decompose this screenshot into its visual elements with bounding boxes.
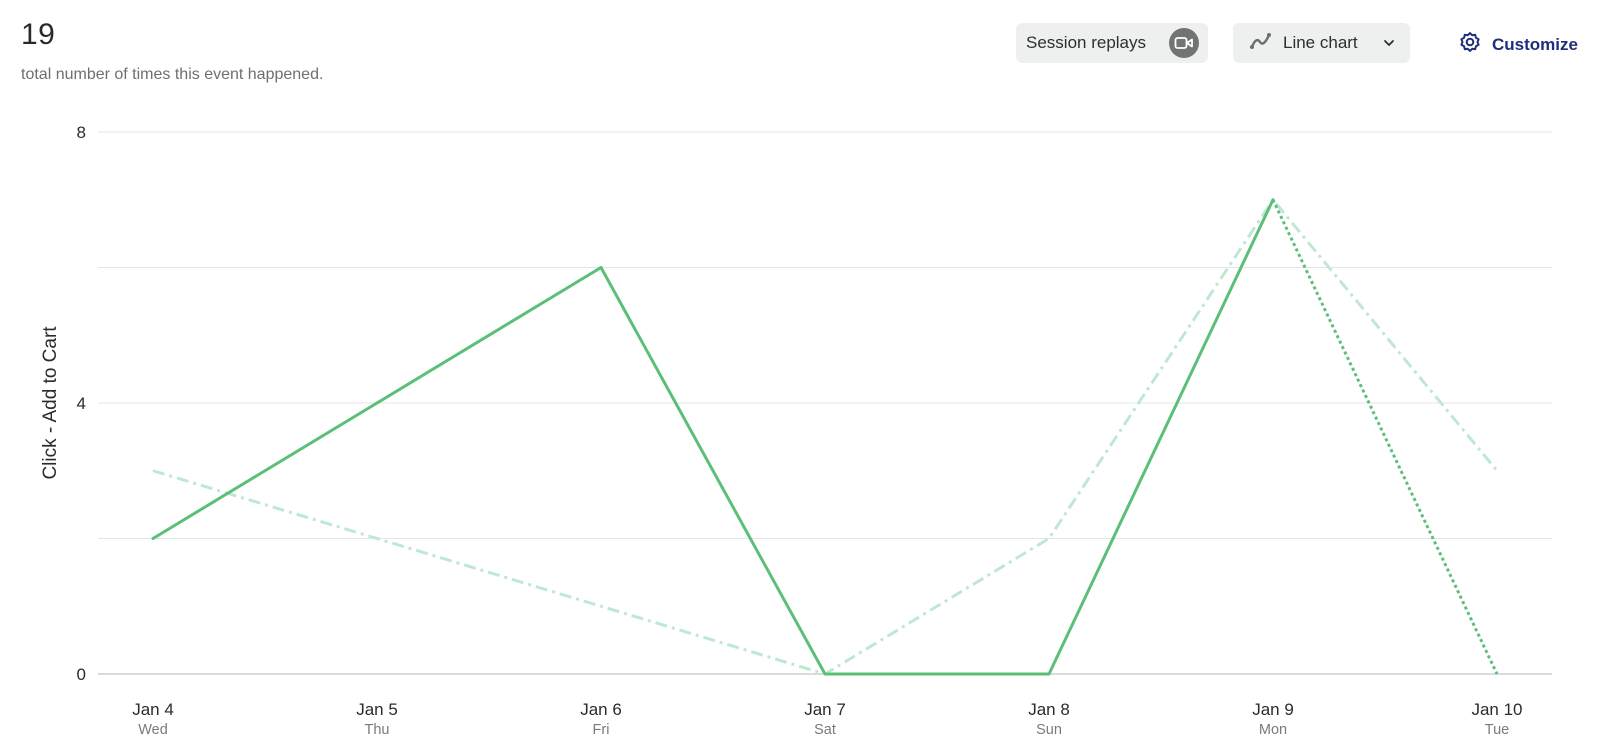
- x-tick-label: Jan 8: [1028, 700, 1070, 719]
- data-point-comparison[interactable]: [597, 602, 605, 610]
- data-point-primary[interactable]: [149, 535, 157, 543]
- series-line-primary-incomplete: [1271, 199, 1499, 675]
- data-point-primary[interactable]: [597, 264, 605, 272]
- y-tick-label: 4: [77, 394, 86, 413]
- series-line-comparison: [152, 198, 1499, 676]
- data-point-comparison[interactable]: [1269, 196, 1277, 204]
- data-point-primary[interactable]: [1045, 670, 1053, 678]
- x-tick-label: Jan 7: [804, 700, 846, 719]
- y-tick-label: 0: [77, 665, 86, 684]
- series: [149, 196, 1501, 678]
- data-point-primary[interactable]: [1493, 670, 1501, 678]
- data-point-primary[interactable]: [373, 399, 381, 407]
- x-tick-sublabel: Tue: [1485, 722, 1509, 738]
- data-point-comparison[interactable]: [1045, 535, 1053, 543]
- x-tick-sublabel: Thu: [365, 722, 390, 738]
- data-point-comparison[interactable]: [821, 670, 829, 678]
- x-tick-sublabel: Fri: [593, 722, 610, 738]
- gridlines: [98, 131, 1552, 675]
- x-tick-label: Jan 9: [1252, 700, 1294, 719]
- y-axis-ticks: 0 4 8: [77, 123, 86, 684]
- y-axis-label: Click - Add to Cart: [40, 326, 61, 480]
- x-tick-label: Jan 6: [580, 700, 622, 719]
- x-tick-label: Jan 10: [1471, 700, 1522, 719]
- y-tick-label: 8: [77, 123, 86, 142]
- x-tick-sublabel: Sat: [814, 722, 836, 738]
- series-line-primary: [151, 198, 1275, 676]
- x-tick-sublabel: Sun: [1036, 722, 1062, 738]
- x-tick-sublabel: Wed: [138, 722, 168, 738]
- x-tick-label: Jan 5: [356, 700, 398, 719]
- data-point-comparison[interactable]: [373, 535, 381, 543]
- x-tick-label: Jan 4: [132, 700, 174, 719]
- data-point-comparison[interactable]: [1493, 467, 1501, 475]
- x-axis-ticks: Jan 4 Wed Jan 5 Thu Jan 6 Fri Jan 7 Sat Jan 8 Sun…: [132, 700, 1522, 738]
- line-chart: 0 4 8 Click - Add to Cart Jan 4 Wed Jan 5 Thu…: [40, 123, 1552, 738]
- x-tick-sublabel: Mon: [1259, 722, 1287, 738]
- data-point-comparison[interactable]: [149, 467, 157, 475]
